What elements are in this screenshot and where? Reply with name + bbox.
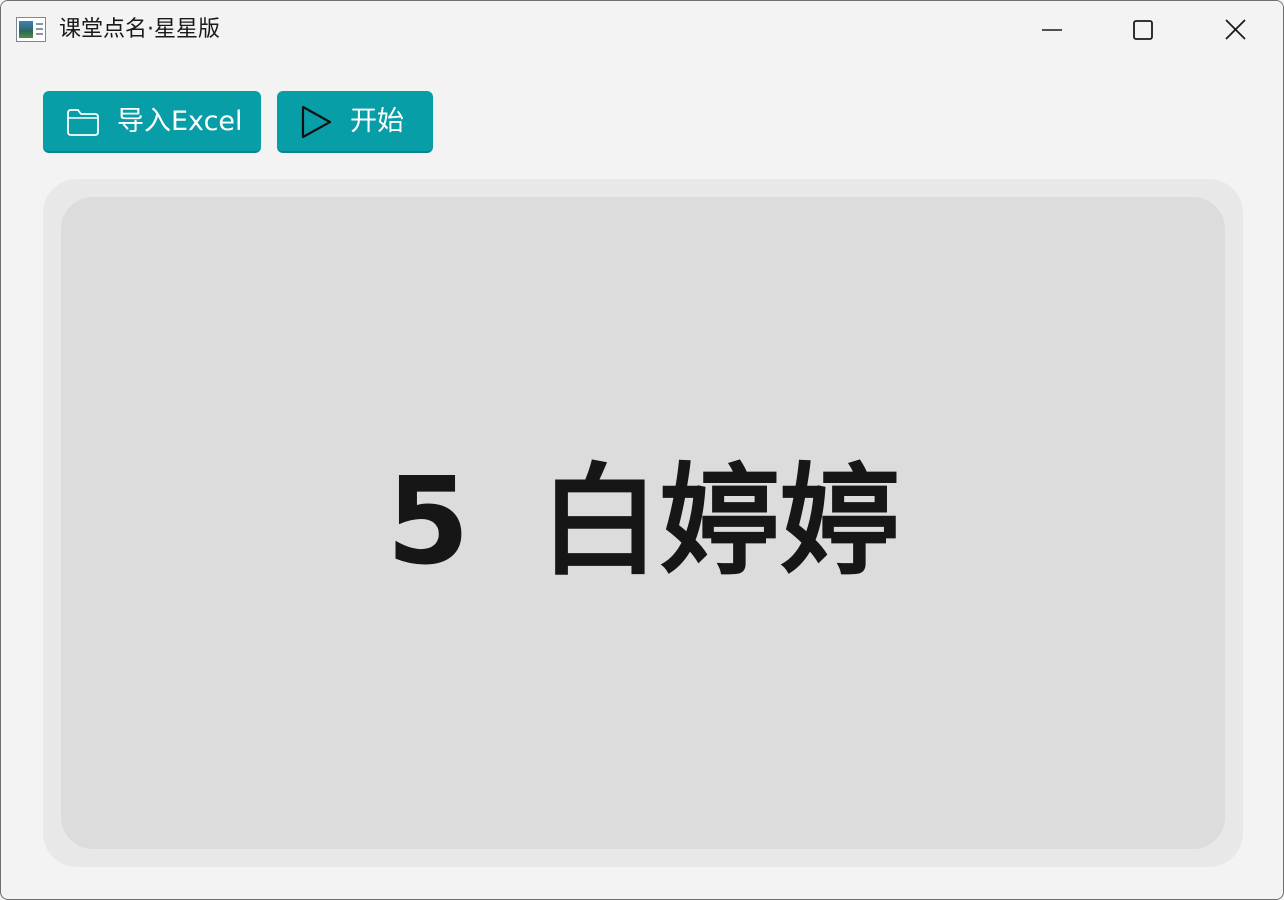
close-button[interactable] — [1189, 1, 1281, 59]
window-title: 课堂点名·星星版 — [59, 17, 220, 42]
import-excel-label: 导入Excel — [117, 106, 243, 137]
play-icon — [301, 105, 332, 139]
import-excel-button[interactable]: 导入Excel — [43, 91, 261, 153]
title-bar: 课堂点名·星星版 — [1, 1, 1283, 59]
app-window: 课堂点名·星星版 导入Excel 开始 5 白婷婷 — [0, 0, 1284, 900]
maximize-icon — [1133, 20, 1153, 40]
maximize-button[interactable] — [1097, 1, 1189, 59]
result-display: 5 白婷婷 — [61, 197, 1225, 849]
student-name: 白婷婷 — [539, 453, 900, 592]
minimize-icon — [1042, 29, 1062, 31]
minimize-button[interactable] — [1005, 1, 1097, 59]
spreadsheet-app-icon — [16, 17, 46, 42]
start-label: 开始 — [350, 106, 404, 137]
start-button[interactable]: 开始 — [277, 91, 433, 153]
close-icon — [1225, 19, 1246, 40]
student-number: 5 — [386, 453, 470, 592]
folder-icon — [67, 109, 99, 136]
